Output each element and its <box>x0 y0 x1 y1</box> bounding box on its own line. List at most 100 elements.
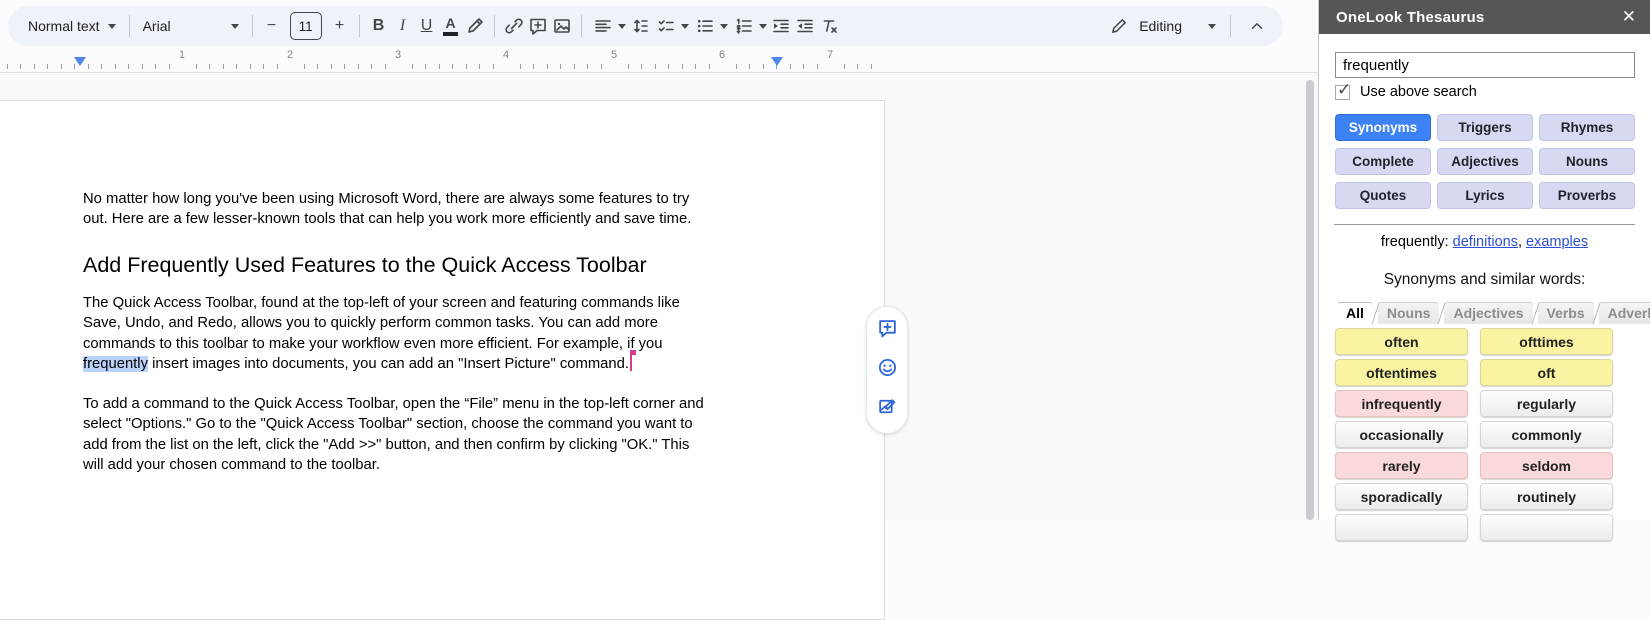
ruler-tick <box>425 64 426 69</box>
ruler-tick <box>668 64 669 69</box>
examples-link[interactable]: examples <box>1526 234 1588 250</box>
thesaurus-button-adjectives[interactable]: Adjectives <box>1437 148 1533 175</box>
ruler-tick <box>357 64 359 69</box>
ruler-tick <box>47 64 48 69</box>
image-edit-icon <box>878 399 895 414</box>
ruler-tick <box>789 64 791 69</box>
synonym-cell-oftentimes[interactable]: oftentimes <box>1335 359 1468 386</box>
decrease-indent-button[interactable] <box>769 15 793 37</box>
ruler-tick <box>141 64 143 69</box>
bold-button[interactable]: B <box>367 17 391 35</box>
pos-tabs: AllNounsAdjectivesVerbsAdverbs <box>1335 301 1650 324</box>
tab-adverbs[interactable]: Adverbs <box>1598 302 1650 324</box>
ruler-tick <box>60 64 62 69</box>
add-comment-button[interactable] <box>877 318 898 344</box>
thesaurus-search-input[interactable] <box>1335 52 1635 78</box>
thesaurus-button-rhymes[interactable]: Rhymes <box>1539 114 1635 141</box>
left-indent-marker[interactable] <box>74 57 86 66</box>
clear-formatting-icon <box>823 20 837 33</box>
ruler-tick <box>330 64 332 69</box>
synonym-cell-seldom[interactable]: seldom <box>1480 452 1613 479</box>
add-emoji-reaction-button[interactable] <box>877 357 898 383</box>
ruler-tick <box>344 64 345 69</box>
paragraph-style-selector[interactable]: Normal text <box>22 12 122 40</box>
insert-image-button[interactable] <box>550 15 574 37</box>
ruler-number: 5 <box>610 49 618 61</box>
ruler-tick <box>465 64 467 69</box>
hide-menus-button[interactable] <box>1245 15 1269 37</box>
document-canvas: No matter how long you've been using Mic… <box>0 74 1318 620</box>
ruler-tick <box>816 64 818 69</box>
image-icon <box>553 19 570 33</box>
ruler-tick <box>33 64 35 69</box>
thesaurus-button-proverbs[interactable]: Proverbs <box>1539 182 1635 209</box>
synonym-cell-oft[interactable]: oft <box>1480 359 1613 386</box>
synonym-cell-commonly[interactable]: commonly <box>1480 421 1613 448</box>
thesaurus-button-triggers[interactable]: Triggers <box>1437 114 1533 141</box>
underline-button[interactable]: U <box>415 17 439 35</box>
synonym-cell-rarely[interactable]: rarely <box>1335 452 1468 479</box>
align-button[interactable] <box>589 12 628 40</box>
ruler-tick <box>641 64 642 69</box>
close-icon[interactable]: ✕ <box>1622 7 1636 27</box>
highlight-color-button[interactable] <box>463 15 487 37</box>
ruler-tick <box>222 64 224 69</box>
synonym-cell-regularly[interactable]: regularly <box>1480 390 1613 417</box>
bulleted-list-button[interactable] <box>691 12 730 40</box>
ruler-tick <box>803 64 804 69</box>
thesaurus-button-complete[interactable]: Complete <box>1335 148 1431 175</box>
entry-links-line: frequently: definitions, examples <box>1380 234 1589 250</box>
add-comment-button[interactable] <box>526 15 550 37</box>
insert-link-button[interactable] <box>502 15 526 37</box>
tab-all[interactable]: All <box>1337 302 1373 324</box>
tab-adjectives[interactable]: Adjectives <box>1444 302 1533 324</box>
document-page[interactable]: No matter how long you've been using Mic… <box>0 100 885 620</box>
synonym-cell-ofttimes[interactable]: ofttimes <box>1480 328 1613 355</box>
checklist-button[interactable] <box>652 12 691 40</box>
toolbar-divider <box>580 15 582 37</box>
line-spacing-button[interactable] <box>628 15 652 37</box>
ruler-number: 2 <box>286 49 294 61</box>
synonym-cell-routinely[interactable]: routinely <box>1480 483 1613 510</box>
clear-formatting-button[interactable] <box>817 15 841 37</box>
font-size-field[interactable]: 11 <box>289 12 322 40</box>
synonym-cell-infrequently[interactable]: infrequently <box>1335 390 1468 417</box>
highlighter-icon <box>467 18 483 33</box>
chevron-down-icon <box>1208 23 1216 29</box>
ruler-number: 6 <box>718 49 726 61</box>
use-above-search-checkbox[interactable]: ✓ Use above search <box>1335 80 1634 101</box>
selected-word[interactable]: frequently <box>83 356 148 373</box>
ruler-tick <box>587 64 588 69</box>
synonym-cell[interactable] <box>1335 514 1468 541</box>
synonym-cell-occasionally[interactable]: occasionally <box>1335 421 1468 448</box>
tab-nouns[interactable]: Nouns <box>1377 302 1440 324</box>
chevron-down-icon <box>617 23 626 29</box>
vertical-scrollbar[interactable] <box>1306 80 1314 520</box>
ruler-tick <box>155 64 156 69</box>
thesaurus-button-quotes[interactable]: Quotes <box>1335 182 1431 209</box>
increase-indent-button[interactable] <box>793 15 817 37</box>
ruler-tick <box>870 64 872 69</box>
indent-icon <box>796 19 813 33</box>
ruler-tick <box>627 64 629 69</box>
thesaurus-button-lyrics[interactable]: Lyrics <box>1437 182 1533 209</box>
increase-font-size-button[interactable]: + <box>328 17 352 35</box>
ruler-tick <box>857 64 858 69</box>
decrease-font-size-button[interactable]: − <box>260 17 284 35</box>
chevron-down-icon <box>758 23 767 29</box>
font-selector[interactable]: Arial <box>137 12 245 40</box>
numbered-list-button[interactable] <box>730 12 769 40</box>
text-color-button[interactable]: A <box>439 16 463 36</box>
thesaurus-button-synonyms[interactable]: Synonyms <box>1335 114 1431 141</box>
italic-button[interactable]: I <box>391 17 415 35</box>
synonym-cell[interactable] <box>1480 514 1613 541</box>
suggest-image-edit-button[interactable] <box>877 396 898 422</box>
tab-verbs[interactable]: Verbs <box>1537 302 1594 324</box>
ruler-tick <box>438 64 440 69</box>
right-indent-marker[interactable] <box>771 57 783 66</box>
synonym-cell-sporadically[interactable]: sporadically <box>1335 483 1468 510</box>
editing-mode-selector[interactable]: Editing <box>1106 15 1269 37</box>
synonym-cell-often[interactable]: often <box>1335 328 1468 355</box>
definitions-link[interactable]: definitions <box>1453 234 1518 250</box>
thesaurus-button-nouns[interactable]: Nouns <box>1539 148 1635 175</box>
